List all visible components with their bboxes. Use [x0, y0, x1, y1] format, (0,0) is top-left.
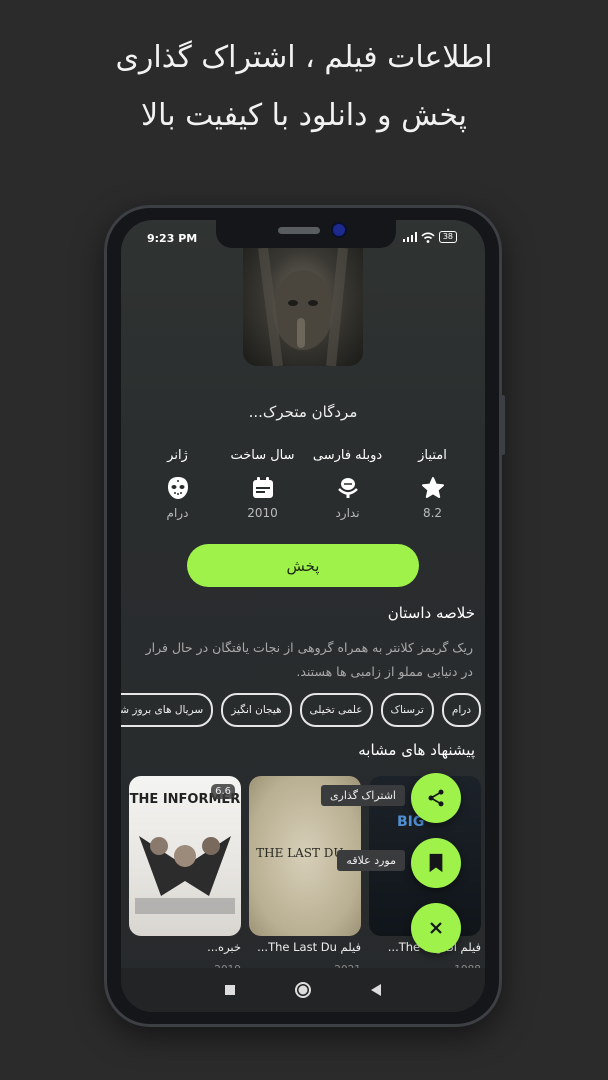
- similar-title-text: خبره...: [207, 940, 241, 954]
- mask-icon: [167, 477, 188, 499]
- wifi-icon: [421, 231, 435, 243]
- phone-frame: 9:23 PM 38 مردگان متحرک... امتیاز 8.2 دو…: [104, 205, 505, 1027]
- movie-title: مردگان متحرک...: [248, 403, 358, 421]
- genre-chips: درام ترسناک علمی تخیلی هیجان انگیز سریال…: [121, 693, 485, 729]
- phone-side-button: [501, 395, 505, 455]
- info-label: امتیاز: [418, 448, 447, 463]
- summary-text: ریک گریمز کلانتر به همراه گروهی از نجات …: [145, 640, 473, 679]
- info-value: 8.2: [422, 506, 443, 520]
- similar-title-text: فیلم The Last Du...: [257, 940, 361, 954]
- movie-poster[interactable]: [243, 248, 363, 366]
- favorite-fab-label: مورد علاقه: [337, 850, 405, 871]
- info-value: 2010: [247, 506, 278, 520]
- genre-chip[interactable]: سریال های بروز شده: [121, 693, 214, 727]
- recents-icon[interactable]: [224, 984, 236, 996]
- share-fab-label: اشتراک گذاری: [320, 785, 405, 806]
- genre-chip[interactable]: هیجان انگیز: [221, 693, 292, 727]
- android-nav-bar: [121, 968, 485, 1012]
- rating-badge: 6.6: [211, 784, 235, 799]
- headline-line-2: پخش و دانلود با کیفیت بالا: [140, 98, 468, 133]
- star-icon: [421, 477, 444, 498]
- close-fab[interactable]: [411, 903, 461, 953]
- info-label: سال ساخت: [230, 448, 295, 463]
- signal-icon: [402, 232, 417, 242]
- poster-art: [258, 248, 348, 366]
- phone-notch: [216, 220, 396, 248]
- close-icon: [430, 922, 442, 934]
- similar-card[interactable]: THE INFORMER 6.6 خبره... 2019: [129, 776, 241, 976]
- info-rating: امتیاز 8.2: [390, 448, 475, 520]
- info-dubbing: دوبله فارسی ندارد: [305, 448, 390, 520]
- home-icon[interactable]: [294, 981, 312, 999]
- similar-title: پیشنهاد های مشابه: [358, 741, 475, 759]
- favorite-fab[interactable]: [411, 838, 461, 888]
- share-fab[interactable]: [411, 773, 461, 823]
- genre-chip[interactable]: ترسناک: [380, 693, 434, 727]
- info-label: ژانر: [167, 448, 188, 463]
- similar-poster: THE INFORMER 6.6: [129, 776, 241, 936]
- summary-title: خلاصه داستان: [387, 604, 475, 622]
- speaker: [278, 227, 320, 234]
- info-value: درام: [166, 506, 189, 520]
- genre-chip[interactable]: درام: [441, 693, 481, 727]
- share-icon: [428, 789, 444, 807]
- headline-line-1: اطلاعات فیلم ، اشتراک گذاری: [115, 40, 493, 75]
- status-icons: 38: [402, 231, 457, 243]
- play-button[interactable]: پخش: [187, 544, 419, 587]
- similar-card[interactable]: THE LAST DU... فیلم The Last Du... 2021: [249, 776, 361, 976]
- info-label: دوبله فارسی: [312, 448, 383, 463]
- app-screen: 9:23 PM 38 مردگان متحرک... امتیاز 8.2 دو…: [121, 220, 485, 1012]
- microphone-icon: [337, 478, 358, 498]
- info-year: سال ساخت 2010: [220, 448, 305, 520]
- back-icon[interactable]: [370, 983, 382, 997]
- calendar-icon: [252, 477, 273, 498]
- status-time: 9:23 PM: [147, 232, 198, 245]
- movie-info-row: امتیاز 8.2 دوبله فارسی ندارد سال ساخت 20…: [135, 448, 475, 520]
- bookmark-icon: [429, 853, 443, 873]
- battery-icon: 38: [438, 231, 457, 243]
- camera: [333, 224, 345, 236]
- info-genre: ژانر درام: [135, 448, 220, 520]
- genre-chip[interactable]: علمی تخیلی: [299, 693, 373, 727]
- info-value: ندارد: [335, 506, 360, 520]
